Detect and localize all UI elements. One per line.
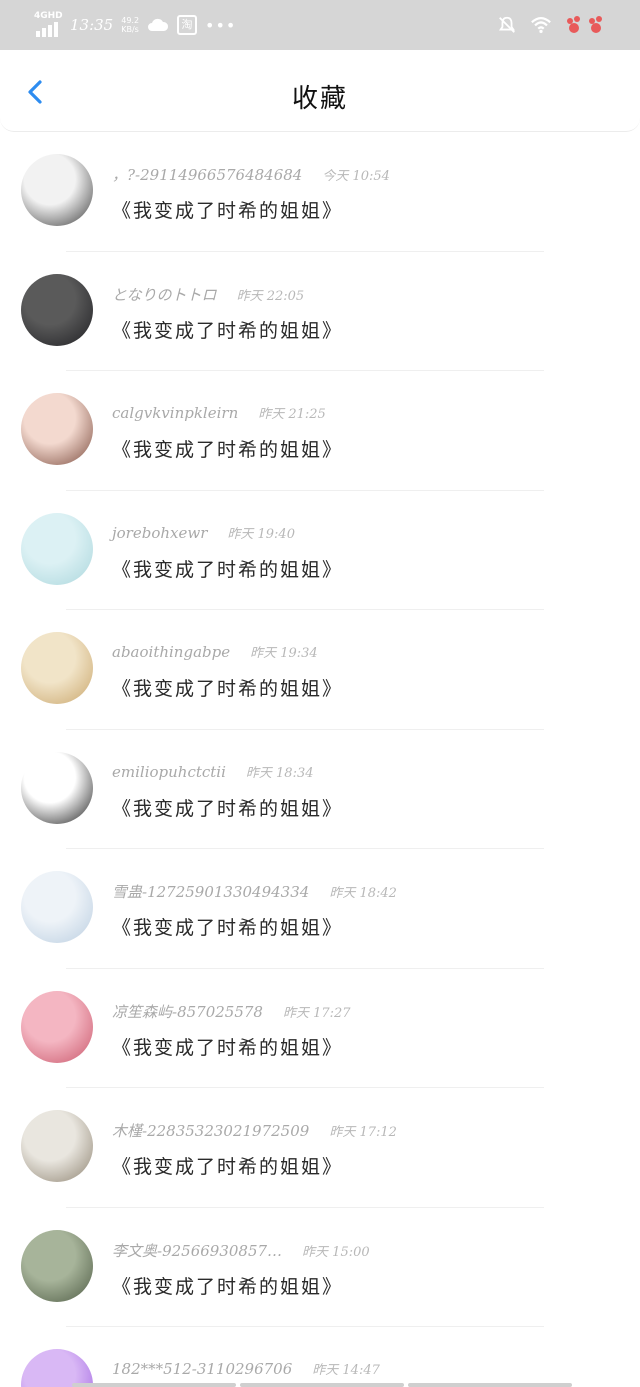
username[interactable]: abaoithingabpe bbox=[112, 643, 230, 661]
avatar[interactable] bbox=[21, 1110, 93, 1182]
favorite-title[interactable]: 《我变成了时希的姐姐》 bbox=[112, 794, 343, 821]
list-item[interactable]: 182***512-3110296706 昨天 14:47 bbox=[0, 1327, 640, 1387]
username[interactable]: 雪蛊-12725901330494334 bbox=[112, 881, 309, 902]
timestamp: 昨天 15:00 bbox=[302, 1244, 370, 1260]
username[interactable]: 木槿-22835323021972509 bbox=[112, 1120, 309, 1141]
taobao-icon: 淘 bbox=[177, 15, 198, 35]
list-item[interactable]: jorebohxewr 昨天 19:40 《我变成了时希的姐姐》 bbox=[0, 491, 640, 610]
more-dots-icon: ••• bbox=[205, 15, 237, 35]
signal-bars-icon: 4GHD bbox=[34, 11, 63, 37]
status-bar: 4GHD 13:35 49.2 KB/s 淘 ••• bbox=[0, 0, 640, 50]
avatar[interactable] bbox=[21, 393, 93, 465]
favorite-title[interactable]: 《我变成了时希的姐姐》 bbox=[112, 1033, 343, 1060]
username[interactable]: calgvkvinpkleirn bbox=[112, 404, 238, 422]
avatar[interactable] bbox=[21, 1229, 93, 1302]
favorite-title[interactable]: 《我变成了时希的姐姐》 bbox=[112, 316, 343, 343]
item-meta: jorebohxewr 昨天 19:40 bbox=[112, 523, 295, 545]
favorite-title[interactable]: 《我变成了时希的姐姐》 bbox=[112, 435, 343, 462]
username[interactable]: ，?-29114966576484684 bbox=[112, 164, 302, 185]
page-title: 收藏 bbox=[291, 84, 348, 114]
avatar[interactable] bbox=[21, 751, 93, 824]
avatar[interactable] bbox=[21, 154, 93, 226]
list-item[interactable]: 凉笙森屿-857025578 昨天 17:27 《我变成了时希的姐姐》 bbox=[0, 969, 640, 1088]
username[interactable]: 凉笙森屿-857025578 bbox=[112, 1001, 263, 1022]
list-item[interactable]: emiliopuhctctii 昨天 18:34 《我变成了时希的姐姐》 bbox=[0, 730, 640, 849]
timestamp: 昨天 17:12 bbox=[329, 1125, 397, 1140]
item-meta: 李文奥-92566930857… 昨天 15:00 bbox=[112, 1240, 370, 1262]
avatar[interactable] bbox=[21, 871, 93, 943]
item-meta: calgvkvinpkleirn 昨天 21:25 bbox=[112, 403, 326, 425]
favorite-title[interactable]: 《我变成了时希的姐姐》 bbox=[112, 196, 343, 223]
list-item[interactable]: ，?-29114966576484684 今天 10:54 《我变成了时希的姐姐》 bbox=[0, 132, 640, 252]
paw-icon bbox=[567, 16, 602, 33]
app-header: 收藏 bbox=[0, 50, 640, 132]
favorite-title[interactable]: 《我变成了时希的姐姐》 bbox=[112, 1272, 343, 1299]
bottom-scroll-indicator bbox=[72, 1383, 572, 1387]
timestamp: 昨天 22:05 bbox=[236, 288, 305, 304]
timestamp: 昨天 19:40 bbox=[227, 526, 295, 542]
timestamp: 今天 10:54 bbox=[322, 169, 390, 184]
item-meta: となりのトトロ 昨天 22:05 bbox=[112, 284, 304, 306]
username[interactable]: 李文奥-92566930857… bbox=[112, 1240, 282, 1261]
item-meta: 182***512-3110296706 昨天 14:47 bbox=[112, 1359, 380, 1381]
item-meta: 雪蛊-12725901330494334 昨天 18:42 bbox=[112, 881, 397, 903]
item-meta: 木槿-22835323021972509 昨天 17:12 bbox=[112, 1120, 397, 1142]
list-item[interactable]: calgvkvinpkleirn 昨天 21:25 《我变成了时希的姐姐》 bbox=[0, 371, 640, 491]
list-item[interactable]: となりのトトロ 昨天 22:05 《我变成了时希的姐姐》 bbox=[0, 252, 640, 371]
item-meta: abaoithingabpe 昨天 19:34 bbox=[112, 642, 318, 664]
username[interactable]: 182***512-3110296706 bbox=[112, 1360, 292, 1378]
avatar[interactable] bbox=[21, 632, 93, 704]
item-meta: ，?-29114966576484684 今天 10:54 bbox=[112, 164, 390, 186]
username[interactable]: jorebohxewr bbox=[112, 524, 207, 542]
username[interactable]: となりのトトロ bbox=[112, 284, 217, 305]
favorite-title[interactable]: 《我变成了时希的姐姐》 bbox=[112, 913, 343, 940]
avatar[interactable] bbox=[21, 990, 93, 1063]
network-speed: 49.2 KB/s bbox=[121, 16, 140, 34]
favorites-list: ，?-29114966576484684 今天 10:54 《我变成了时希的姐姐》と… bbox=[0, 132, 640, 1387]
timestamp: 昨天 19:34 bbox=[250, 646, 318, 661]
favorite-title[interactable]: 《我变成了时希的姐姐》 bbox=[112, 674, 343, 701]
item-meta: 凉笙森屿-857025578 昨天 17:27 bbox=[112, 1001, 351, 1023]
favorite-title[interactable]: 《我变成了时希的姐姐》 bbox=[112, 1152, 343, 1179]
list-item[interactable]: 木槿-22835323021972509 昨天 17:12 《我变成了时希的姐姐》 bbox=[0, 1088, 640, 1208]
list-item[interactable]: 雪蛊-12725901330494334 昨天 18:42 《我变成了时希的姐姐》 bbox=[0, 849, 640, 969]
avatar[interactable] bbox=[21, 1349, 93, 1387]
timestamp: 昨天 18:34 bbox=[245, 765, 314, 781]
wifi-icon bbox=[531, 17, 551, 34]
timestamp: 昨天 17:27 bbox=[282, 1005, 351, 1021]
avatar[interactable] bbox=[21, 512, 93, 585]
clock: 13:35 bbox=[70, 16, 114, 34]
list-item[interactable]: 李文奥-92566930857… 昨天 15:00 《我变成了时希的姐姐》 bbox=[0, 1208, 640, 1327]
list-item[interactable]: abaoithingabpe 昨天 19:34 《我变成了时希的姐姐》 bbox=[0, 610, 640, 730]
network-type: 4GHD bbox=[34, 11, 63, 21]
item-meta: emiliopuhctctii 昨天 18:34 bbox=[112, 762, 314, 784]
timestamp: 昨天 21:25 bbox=[258, 407, 326, 422]
username[interactable]: emiliopuhctctii bbox=[112, 763, 226, 781]
timestamp: 昨天 14:47 bbox=[312, 1363, 380, 1378]
avatar[interactable] bbox=[21, 273, 93, 346]
favorite-title[interactable]: 《我变成了时希的姐姐》 bbox=[112, 555, 343, 582]
mute-bell-icon bbox=[498, 16, 516, 33]
cloud-icon bbox=[148, 18, 169, 31]
timestamp: 昨天 18:42 bbox=[329, 886, 397, 901]
